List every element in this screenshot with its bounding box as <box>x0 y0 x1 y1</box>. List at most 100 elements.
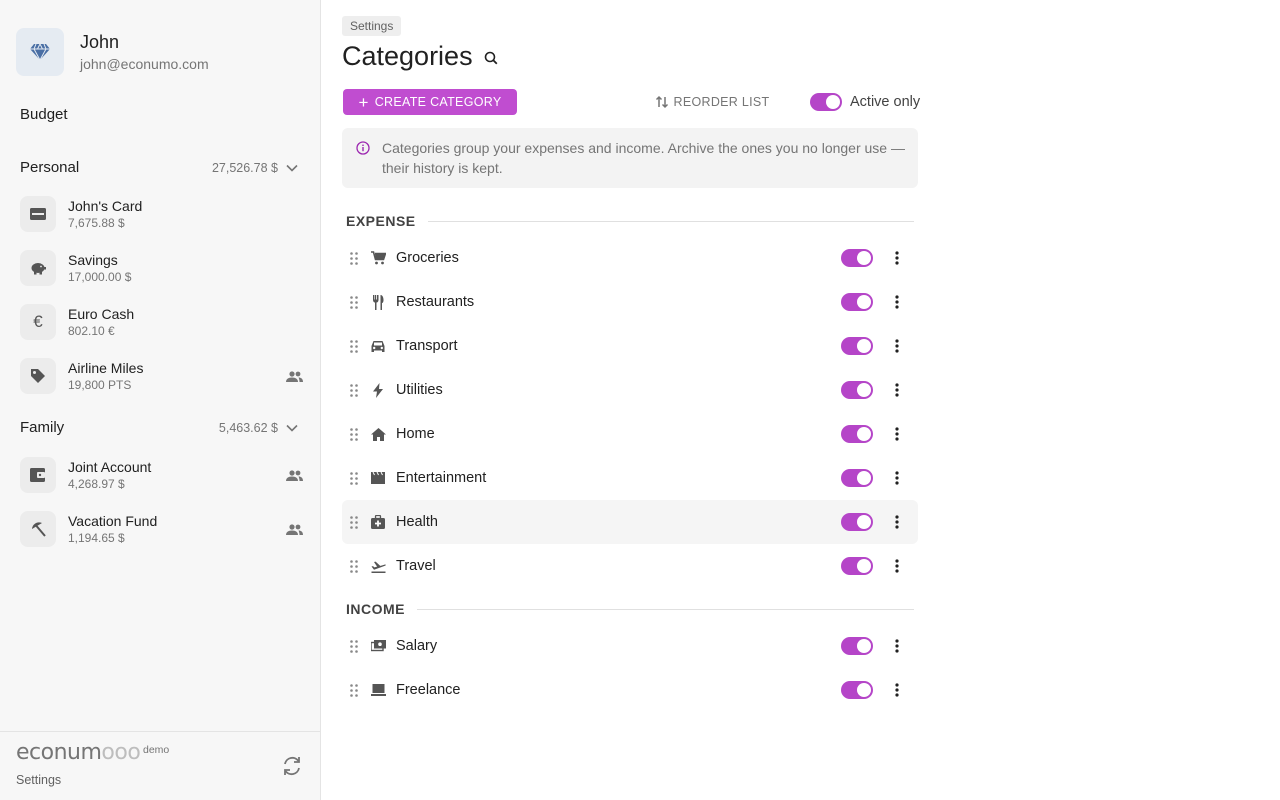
drag-handle-icon[interactable] <box>349 339 359 353</box>
toggle-switch[interactable] <box>810 93 842 111</box>
category-active-toggle[interactable] <box>841 513 873 531</box>
category-row[interactable]: Entertainment <box>342 456 918 500</box>
sort-arrows-icon <box>655 95 668 109</box>
category-row[interactable]: Salary <box>342 624 918 668</box>
category-row[interactable]: Restaurants <box>342 280 918 324</box>
category-row[interactable]: Health <box>342 500 918 544</box>
category-active-toggle[interactable] <box>841 557 873 575</box>
shared-users-icon <box>285 466 303 484</box>
info-banner: Categories group your expenses and incom… <box>342 128 918 188</box>
shopping-cart-icon <box>370 250 386 266</box>
logo-circles: ooo <box>101 740 141 765</box>
drag-handle-icon[interactable] <box>349 683 359 697</box>
user-email: john@econumo.com <box>80 56 209 72</box>
category-active-toggle[interactable] <box>841 637 873 655</box>
more-vert-icon[interactable] <box>889 381 905 399</box>
more-vert-icon[interactable] <box>889 249 905 267</box>
shared-users-icon <box>285 520 303 538</box>
drag-handle-icon[interactable] <box>349 515 359 529</box>
category-active-toggle[interactable] <box>841 293 873 311</box>
lightning-icon <box>370 382 386 398</box>
car-icon <box>370 338 386 354</box>
folder-family[interactable]: Family 5,463.62 $ <box>20 419 300 436</box>
category-name: Utilities <box>396 382 443 398</box>
house-icon <box>370 426 386 442</box>
sidebar-item-budget[interactable]: Budget <box>20 106 68 123</box>
settings-link[interactable]: Settings <box>16 773 61 787</box>
page-title: Categories <box>342 41 473 71</box>
category-row[interactable]: Freelance <box>342 668 918 712</box>
drag-handle-icon[interactable] <box>349 383 359 397</box>
category-active-toggle[interactable] <box>841 249 873 267</box>
account-name: Vacation Fund <box>68 512 158 529</box>
section-header-expense: EXPENSE <box>346 213 914 229</box>
user-profile[interactable]: John john@econumo.com <box>16 28 209 76</box>
category-name: Groceries <box>396 250 459 266</box>
chevron-down-icon[interactable] <box>284 420 300 436</box>
logo[interactable]: econumooo <box>16 740 141 765</box>
avatar[interactable] <box>16 28 64 76</box>
section-title: EXPENSE <box>346 213 416 229</box>
category-active-toggle[interactable] <box>841 381 873 399</box>
chevron-down-icon[interactable] <box>284 160 300 176</box>
account-name: John's Card <box>68 197 143 214</box>
more-vert-icon[interactable] <box>889 513 905 531</box>
drag-handle-icon[interactable] <box>349 251 359 265</box>
cash-icon <box>370 638 386 654</box>
diamond-icon <box>30 43 50 61</box>
medical-bag-icon <box>370 514 386 530</box>
category-active-toggle[interactable] <box>841 337 873 355</box>
credit-card-icon <box>20 196 56 232</box>
info-text: Categories group your expenses and incom… <box>382 140 905 176</box>
category-active-toggle[interactable] <box>841 425 873 443</box>
account-item[interactable]: Vacation Fund 1,194.65 $ <box>20 506 303 552</box>
more-vert-icon[interactable] <box>889 681 905 699</box>
category-name: Restaurants <box>396 294 475 310</box>
drag-handle-icon[interactable] <box>349 471 359 485</box>
active-only-toggle[interactable]: Active only <box>810 90 920 114</box>
account-item[interactable]: € Euro Cash 802.10 € <box>20 299 303 345</box>
section-header-income: INCOME <box>346 601 914 617</box>
drag-handle-icon[interactable] <box>349 559 359 573</box>
folder-total: 5,463.62 $ <box>218 420 278 435</box>
folder-personal[interactable]: Personal 27,526.78 $ <box>20 159 300 176</box>
demo-badge: demo <box>143 744 170 756</box>
drag-handle-icon[interactable] <box>349 427 359 441</box>
category-row[interactable]: Groceries <box>342 236 918 280</box>
category-name: Freelance <box>396 682 461 698</box>
more-vert-icon[interactable] <box>889 469 905 487</box>
category-row[interactable]: Home <box>342 412 918 456</box>
breadcrumb[interactable]: Settings <box>342 16 402 36</box>
more-vert-icon[interactable] <box>889 337 905 355</box>
account-item[interactable]: Savings 17,000.00 $ <box>20 245 303 291</box>
drag-handle-icon[interactable] <box>349 295 359 309</box>
drag-handle-icon[interactable] <box>349 639 359 653</box>
sync-icon[interactable] <box>280 754 304 778</box>
beach-umbrella-icon <box>20 511 56 547</box>
category-active-toggle[interactable] <box>841 681 873 699</box>
category-row[interactable]: Transport <box>342 324 918 368</box>
create-category-button[interactable]: + CREATE CATEGORY <box>343 89 517 115</box>
more-vert-icon[interactable] <box>889 637 905 655</box>
category-row[interactable]: Utilities <box>342 368 918 412</box>
account-balance: 17,000.00 $ <box>68 269 132 284</box>
laptop-icon <box>370 682 386 698</box>
account-balance: 1,194.65 $ <box>68 530 125 545</box>
piggy-bank-icon <box>20 250 56 286</box>
sidebar-footer: econumooo demo Settings <box>0 731 320 800</box>
account-item[interactable]: Joint Account 4,268.97 $ <box>20 452 303 498</box>
account-balance: 7,675.88 $ <box>68 215 125 230</box>
more-vert-icon[interactable] <box>889 425 905 443</box>
account-item[interactable]: John's Card 7,675.88 $ <box>20 191 303 237</box>
more-vert-icon[interactable] <box>889 293 905 311</box>
category-name: Health <box>396 514 438 530</box>
active-only-label: Active only <box>850 94 921 110</box>
shared-users-icon <box>285 367 303 385</box>
reorder-list-button[interactable]: REORDER LIST <box>654 89 770 115</box>
category-active-toggle[interactable] <box>841 469 873 487</box>
account-item[interactable]: Airline Miles 19,800 PTS <box>20 353 303 399</box>
search-icon[interactable] <box>482 49 500 67</box>
more-vert-icon[interactable] <box>889 557 905 575</box>
category-row[interactable]: Travel <box>342 544 918 588</box>
category-name: Travel <box>396 558 436 574</box>
